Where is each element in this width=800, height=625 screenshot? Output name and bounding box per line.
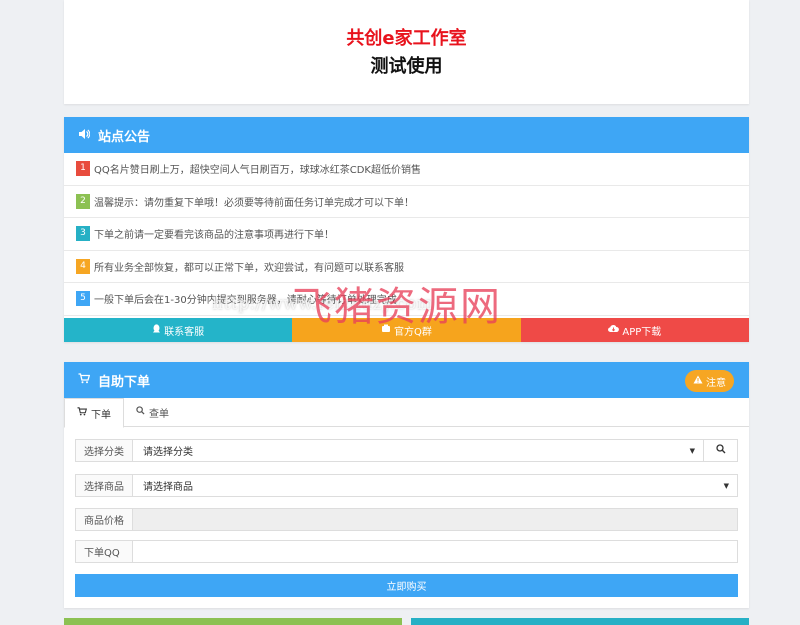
notice-text: 温馨提示：请勿重复下单哦！必须要等待前面任务订单完成才可以下单！ bbox=[94, 197, 414, 209]
header-card: 共创e家工作室 测试使用 bbox=[64, 0, 749, 104]
category-search-button[interactable] bbox=[704, 439, 738, 462]
price-row: 商品价格 bbox=[75, 508, 738, 531]
qq-icon bbox=[152, 323, 161, 337]
volume-icon bbox=[78, 128, 91, 143]
notice-button[interactable]: 注意 bbox=[685, 370, 734, 392]
order-panel: 自助下单 注意 下单 查单 选择分类 请选择分类 ▼ 选择商品 请选择商品 ▼ … bbox=[64, 362, 749, 608]
app-download-label: APP下载 bbox=[622, 326, 662, 338]
notice-number-badge: 5 bbox=[76, 291, 90, 307]
category-row: 选择分类 请选择分类 ▼ bbox=[75, 439, 738, 462]
notice-text: QQ名片赞日刷上万，超快空间人气日刷百万，球球冰红茶CDK超低价销售 bbox=[94, 165, 421, 177]
qq-input[interactable] bbox=[133, 540, 738, 563]
product-row: 选择商品 请选择商品 ▼ bbox=[75, 474, 738, 497]
price-field bbox=[133, 508, 738, 531]
category-select[interactable]: 请选择分类 ▼ bbox=[133, 439, 704, 462]
list-item: 3 下单之前请一定要看完该商品的注意事项再进行下单！ bbox=[64, 218, 749, 251]
tab-query-label: 查单 bbox=[149, 408, 169, 420]
buy-now-button[interactable]: 立即购买 bbox=[75, 574, 738, 597]
cart-icon bbox=[77, 407, 88, 419]
bottom-panel-teal bbox=[411, 618, 749, 625]
cloud-download-icon bbox=[608, 324, 620, 336]
notice-number-badge: 1 bbox=[76, 161, 90, 177]
notice-number-badge: 4 bbox=[76, 258, 90, 274]
category-label: 选择分类 bbox=[75, 439, 133, 462]
bottom-panel-green bbox=[64, 618, 402, 625]
search-icon bbox=[136, 406, 145, 418]
notice-text: 所有业务全部恢复，都可以正常下单，欢迎尝试，有问题可以联系客服 bbox=[94, 262, 404, 274]
notice-number-badge: 2 bbox=[76, 193, 90, 209]
tab-query[interactable]: 查单 bbox=[124, 398, 181, 426]
order-panel-header: 自助下单 注意 bbox=[64, 362, 749, 398]
product-select[interactable]: 请选择商品 ▼ bbox=[133, 474, 738, 497]
warning-icon bbox=[693, 375, 703, 387]
category-select-value: 请选择分类 bbox=[143, 447, 193, 458]
contact-service-label: 联系客服 bbox=[164, 326, 205, 338]
list-item: 1 QQ名片赞日刷上万，超快空间人气日刷百万，球球冰红茶CDK超低价销售 bbox=[64, 153, 749, 186]
site-name: 共创e家工作室 bbox=[346, 28, 467, 49]
tab-order[interactable]: 下单 bbox=[64, 398, 124, 428]
notice-panel-header: 站点公告 bbox=[64, 117, 749, 153]
cart-icon bbox=[78, 373, 91, 387]
order-tabs: 下单 查单 bbox=[64, 398, 749, 428]
contact-service-button[interactable]: 联系客服 bbox=[64, 318, 293, 342]
site-subtitle: 测试使用 bbox=[370, 56, 443, 77]
tab-order-label: 下单 bbox=[91, 409, 111, 421]
app-download-button[interactable]: APP下载 bbox=[520, 318, 749, 342]
search-icon bbox=[715, 444, 726, 457]
notice-number-badge: 3 bbox=[76, 226, 90, 242]
price-label: 商品价格 bbox=[75, 508, 133, 531]
notice-panel-title: 站点公告 bbox=[98, 129, 151, 145]
caret-down-icon: ▼ bbox=[689, 446, 695, 455]
caret-down-icon: ▼ bbox=[723, 481, 729, 490]
product-select-value: 请选择商品 bbox=[143, 482, 193, 493]
notice-text: 下单之前请一定要看完该商品的注意事项再进行下单！ bbox=[94, 230, 334, 242]
notice-button-label: 注意 bbox=[706, 377, 726, 389]
watermark-text: 飞猪资源网 bbox=[292, 284, 502, 330]
order-panel-title: 自助下单 bbox=[98, 374, 151, 390]
product-label: 选择商品 bbox=[75, 474, 133, 497]
list-item: 2 温馨提示：请勿重复下单哦！必须要等待前面任务订单完成才可以下单！ bbox=[64, 186, 749, 218]
qq-label: 下单QQ bbox=[75, 540, 133, 563]
qq-row: 下单QQ bbox=[75, 540, 738, 563]
